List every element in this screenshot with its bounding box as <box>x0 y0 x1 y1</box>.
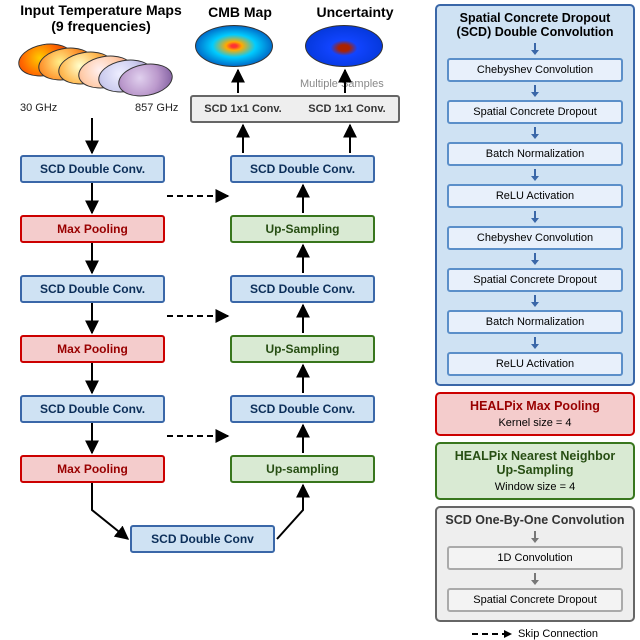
architecture-diagram: Input Temperature Maps (9 frequencies) C… <box>0 0 430 587</box>
scd-1x1-container: SCD 1x1 Conv. SCD 1x1 Conv. <box>190 95 400 123</box>
legend-1x1-item-0: 1D Convolution <box>447 546 623 570</box>
dec-up-2: Up-Sampling <box>230 335 375 363</box>
legend-skip-row: Skip Connection <box>435 628 635 640</box>
legend-pool-box: HEALPix Max Pooling Kernel size = 4 <box>435 392 635 436</box>
legend-scd-item-4: Chebyshev Convolution <box>447 226 623 250</box>
multiple-samples-label: Multiple Samples <box>300 78 384 90</box>
legend-scd-title: Spatial Concrete Dropout (SCD) Double Co… <box>443 11 627 39</box>
legend-up-title: HEALPix Nearest Neighbor Up-Sampling <box>443 449 627 477</box>
freq-low-label: 30 GHz <box>20 102 57 114</box>
legend-pool-title: HEALPix Max Pooling <box>443 399 627 413</box>
dec-up-3: Up-sampling <box>230 455 375 483</box>
legend-scd-item-7: ReLU Activation <box>447 352 623 376</box>
enc-pool-2: Max Pooling <box>20 335 165 363</box>
input-maps-sketch <box>18 38 193 103</box>
input-header: Input Temperature Maps (9 frequencies) <box>16 2 186 34</box>
legend-scd-item-5: Spatial Concrete Dropout <box>447 268 623 292</box>
enc-pool-1: Max Pooling <box>20 215 165 243</box>
legend-scd-item-0: Chebyshev Convolution <box>447 58 623 82</box>
uncertainty-header: Uncertainty <box>300 4 410 20</box>
legend-scd-item-2: Batch Normalization <box>447 142 623 166</box>
scd-1x1-left: SCD 1x1 Conv. <box>204 103 281 115</box>
legend-up-sub: Window size = 4 <box>443 481 627 493</box>
dec-scd-1: SCD Double Conv. <box>230 155 375 183</box>
scd-1x1-right: SCD 1x1 Conv. <box>308 103 385 115</box>
legend-scd-item-3: ReLU Activation <box>447 184 623 208</box>
legend-up-box: HEALPix Nearest Neighbor Up-Sampling Win… <box>435 442 635 500</box>
enc-scd-1: SCD Double Conv. <box>20 155 165 183</box>
cmb-header: CMB Map <box>200 4 280 20</box>
uncertainty-map-ellipse <box>305 25 383 67</box>
legend-scd-box: Spatial Concrete Dropout (SCD) Double Co… <box>435 4 635 386</box>
legend-1x1-title: SCD One-By-One Convolution <box>443 513 627 527</box>
legend-1x1-item-1: Spatial Concrete Dropout <box>447 588 623 612</box>
enc-pool-3: Max Pooling <box>20 455 165 483</box>
legend-scd-item-1: Spatial Concrete Dropout <box>447 100 623 124</box>
dec-up-1: Up-Sampling <box>230 215 375 243</box>
dashed-arrow-icon <box>472 629 512 639</box>
bottleneck-scd: SCD Double Conv <box>130 525 275 553</box>
enc-scd-3: SCD Double Conv. <box>20 395 165 423</box>
enc-scd-2: SCD Double Conv. <box>20 275 165 303</box>
dec-scd-3: SCD Double Conv. <box>230 395 375 423</box>
legend-pool-sub: Kernel size = 4 <box>443 417 627 429</box>
dec-scd-2: SCD Double Conv. <box>230 275 375 303</box>
legend-panel: Spatial Concrete Dropout (SCD) Double Co… <box>435 4 635 640</box>
legend-skip-label: Skip Connection <box>518 628 598 640</box>
cmb-map-ellipse <box>195 25 273 67</box>
legend-1x1-box: SCD One-By-One Convolution 1D Convolutio… <box>435 506 635 622</box>
freq-high-label: 857 GHz <box>135 102 178 114</box>
legend-scd-item-6: Batch Normalization <box>447 310 623 334</box>
